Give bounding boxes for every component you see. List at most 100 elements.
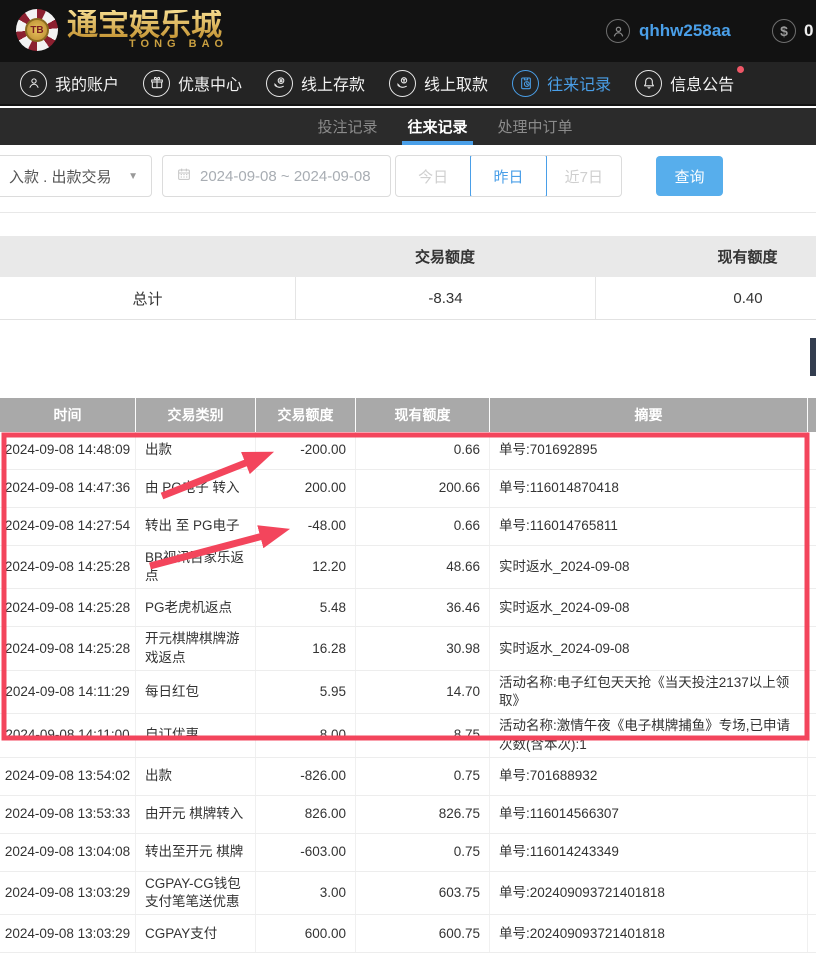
col-time: 时间 [0, 398, 136, 432]
cell-time: 2024-09-08 13:03:29 [0, 872, 136, 914]
cell-time: 2024-09-08 14:25:28 [0, 546, 136, 588]
brand-title: 通宝娱乐城 [67, 10, 228, 40]
user-avatar-icon [606, 19, 630, 43]
records-icon [512, 70, 539, 97]
cell-amount: 12.20 [256, 546, 356, 588]
table-row: 2024-09-08 14:25:28开元棋牌棋牌游戏返点16.2830.98实… [0, 627, 816, 670]
cell-extra [808, 627, 816, 669]
cell-summary: 单号:701688932 [490, 758, 808, 795]
notification-dot [737, 66, 744, 73]
wallet-balance[interactable]: $ 0 [772, 0, 813, 62]
cell-amount: -200.00 [256, 432, 356, 469]
nav-label: 线上存款 [301, 71, 365, 95]
cell-type: 出款 [136, 758, 256, 795]
cell-extra [808, 470, 816, 507]
cell-time: 2024-09-08 13:04:08 [0, 834, 136, 871]
cell-type: 开元棋牌棋牌游戏返点 [136, 627, 256, 669]
cell-summary: 单号:202409093721401818 [490, 915, 808, 952]
cell-amount: 3.00 [256, 872, 356, 914]
cell-extra [808, 872, 816, 914]
nav-promotions[interactable]: 优惠中心 [143, 70, 242, 97]
tab-betting-records[interactable]: 投注记录 [317, 108, 377, 145]
cell-type: 出款 [136, 432, 256, 469]
today-button[interactable]: 今日 [396, 156, 470, 196]
cell-time: 2024-09-08 14:48:09 [0, 432, 136, 469]
calendar-icon [176, 166, 192, 186]
transaction-type-select[interactable]: 入款 . 出款交易 ▼ [0, 155, 152, 197]
cell-balance: 30.98 [356, 627, 490, 669]
nav-deposit[interactable]: 线上存款 [266, 70, 365, 97]
tab-pending-orders[interactable]: 处理中订单 [498, 108, 573, 145]
search-button[interactable]: 查询 [656, 156, 723, 196]
cell-type: CGPAY支付 [136, 915, 256, 952]
col-type: 交易类别 [136, 398, 256, 432]
yesterday-button[interactable]: 昨日 [470, 155, 546, 197]
account-menu[interactable]: qhhw258aa [606, 0, 731, 62]
summary-total-label: 总计 [0, 277, 295, 319]
summary-header-transaction: 交易额度 [295, 246, 595, 267]
cell-time: 2024-09-08 14:25:28 [0, 589, 136, 626]
cell-summary: 单号:116014243349 [490, 834, 808, 871]
summary-header-row: 交易额度 现有额度 [0, 236, 816, 277]
bell-icon [635, 70, 662, 97]
cell-amount: 5.48 [256, 589, 356, 626]
cell-summary: 单号:116014566307 [490, 796, 808, 833]
top-header: TB 通宝娱乐城 TONG BAO qhhw258aa $ 0 [0, 0, 816, 62]
cell-balance: 0.75 [356, 758, 490, 795]
cell-balance: 200.66 [356, 470, 490, 507]
cell-time: 2024-09-08 13:03:29 [0, 915, 136, 952]
table-row: 2024-09-08 14:11:00自订优惠8.008.75活动名称:激情午夜… [0, 714, 816, 757]
col-extra [808, 398, 816, 432]
cell-time: 2024-09-08 14:47:36 [0, 470, 136, 507]
table-row: 2024-09-08 14:27:54转出 至 PG电子-48.000.66单号… [0, 508, 816, 546]
table-row: 2024-09-08 14:47:36由 PG电子 转入200.00200.66… [0, 470, 816, 508]
nav-my-account[interactable]: 我的账户 [20, 70, 119, 97]
table-row: 2024-09-08 13:03:29CGPAY-CG钱包支付笔笔送优惠3.00… [0, 872, 816, 915]
date-range-input[interactable]: 2024-09-08 ~ 2024-09-08 [162, 155, 391, 197]
col-summary: 摘要 [490, 398, 808, 432]
cell-amount: 826.00 [256, 796, 356, 833]
cell-summary: 活动名称:电子红包天天抢《当天投注2137以上领取》 [490, 671, 808, 713]
cell-balance: 0.66 [356, 432, 490, 469]
cell-extra [808, 546, 816, 588]
summary-total-row: 总计 -8.34 0.40 [0, 277, 816, 320]
cell-extra [808, 714, 816, 756]
last7days-button[interactable]: 近7日 [547, 156, 621, 196]
gift-icon [143, 70, 170, 97]
side-scroll-widget[interactable] [810, 338, 816, 376]
chevron-down-icon: ▼ [128, 171, 138, 182]
dollar-icon: $ [772, 19, 796, 43]
cell-type: PG老虎机返点 [136, 589, 256, 626]
date-range-value: 2024-09-08 ~ 2024-09-08 [200, 168, 371, 185]
record-tabs: 投注记录 往来记录 处理中订单 [0, 108, 816, 145]
cell-type: 转出至开元 棋牌 [136, 834, 256, 871]
summary-header-balance: 现有额度 [595, 246, 816, 267]
cell-extra [808, 508, 816, 545]
cell-type: 每日红包 [136, 671, 256, 713]
deposit-icon [266, 70, 293, 97]
nav-announcements[interactable]: 信息公告 [635, 70, 734, 97]
cell-balance: 0.75 [356, 834, 490, 871]
cell-balance: 48.66 [356, 546, 490, 588]
table-row: 2024-09-08 14:48:09出款-200.000.66单号:70169… [0, 432, 816, 470]
cell-balance: 603.75 [356, 872, 490, 914]
brand-logo[interactable]: TB 通宝娱乐城 TONG BAO [16, 9, 228, 51]
cell-amount: 16.28 [256, 627, 356, 669]
tab-transaction-records[interactable]: 往来记录 [407, 108, 467, 145]
filter-bar: 入款 . 出款交易 ▼ 2024-09-08 ~ 2024-09-08 今日 昨… [0, 145, 816, 213]
username[interactable]: qhhw258aa [639, 21, 731, 41]
cell-type: 自订优惠 [136, 714, 256, 756]
cell-summary: 单号:701692895 [490, 432, 808, 469]
table-row: 2024-09-08 14:11:29每日红包5.9514.70活动名称:电子红… [0, 671, 816, 714]
nav-transaction-records[interactable]: 往来记录 [512, 70, 611, 97]
cell-balance: 600.75 [356, 915, 490, 952]
cell-amount: 200.00 [256, 470, 356, 507]
cell-summary: 单号:116014765811 [490, 508, 808, 545]
summary-transaction-total: -8.34 [295, 277, 595, 319]
cell-summary: 单号:202409093721401818 [490, 872, 808, 914]
cell-extra [808, 671, 816, 713]
cell-time: 2024-09-08 14:27:54 [0, 508, 136, 545]
cell-time: 2024-09-08 14:11:29 [0, 671, 136, 713]
nav-withdraw[interactable]: 线上取款 [389, 70, 488, 97]
casino-chip-icon: TB [16, 9, 58, 51]
